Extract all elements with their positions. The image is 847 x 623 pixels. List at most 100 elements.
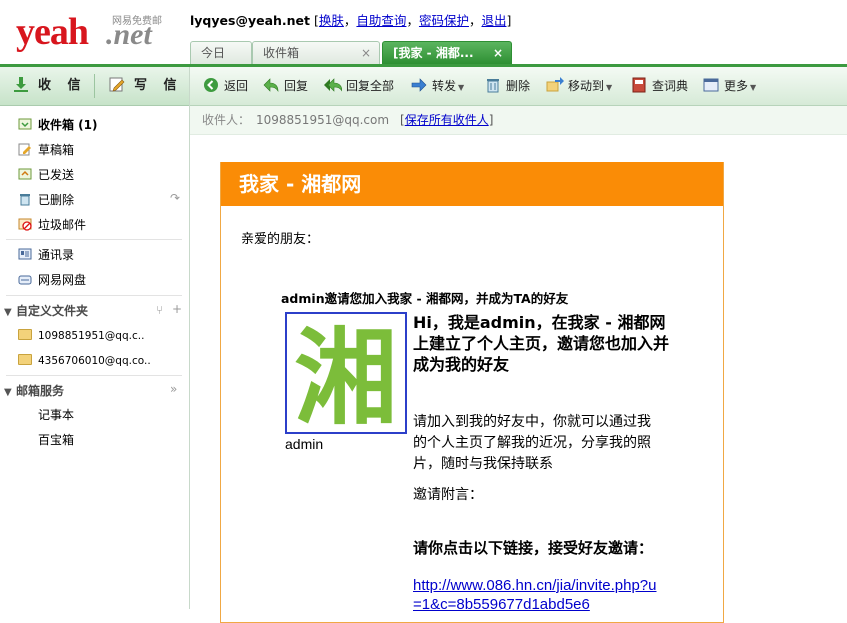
tab-inbox[interactable]: 收件箱 × <box>252 41 380 64</box>
chevron-down-icon: ▼ <box>4 387 12 398</box>
divider <box>94 74 95 98</box>
divider <box>6 375 182 376</box>
sidebar-item-label: 百宝箱 <box>38 433 75 447</box>
logo-suffix-text: .net <box>106 18 152 51</box>
reply-icon <box>263 78 279 92</box>
recipient-label: 收件人： <box>202 113 251 127</box>
sidebar-item-label: 已删除 <box>38 193 75 207</box>
top-header: yeah 网易免费邮 .net lyqyes@yeah.net [换肤，自助查询… <box>0 0 847 67</box>
save-all-recipients-link[interactable]: 保存所有收件人 <box>405 113 489 127</box>
sent-icon <box>18 168 32 180</box>
compose-label: 写 信 <box>134 78 183 93</box>
password-protect-link[interactable]: 密码保护 <box>419 13 469 28</box>
sidebar-item-sent[interactable]: 已发送 <box>18 165 74 185</box>
receive-label: 收 信 <box>38 78 87 93</box>
close-icon[interactable]: × <box>493 42 503 65</box>
dictionary-button[interactable]: 查词典 <box>630 67 688 105</box>
trash-icon <box>487 79 499 93</box>
divider <box>6 295 182 296</box>
reply-all-label: 回复全部 <box>346 79 395 93</box>
spam-icon <box>18 218 32 231</box>
reply-label: 回复 <box>284 79 309 93</box>
double-chevron-right-icon[interactable]: » <box>170 382 177 396</box>
filter-icon[interactable]: ⑂ <box>156 303 163 317</box>
sidebar-item-drafts[interactable]: 草稿箱 <box>18 140 74 160</box>
reply-all-button[interactable]: 回复全部 <box>324 67 394 105</box>
forward-button[interactable]: 转发 ▼ <box>410 67 464 105</box>
chevron-down-icon: ▼ <box>458 83 465 92</box>
delete-label: 删除 <box>506 79 531 93</box>
download-icon <box>14 77 28 92</box>
sidebar-item-netdisk[interactable]: 网易网盘 <box>18 270 86 290</box>
back-button[interactable]: 返回 <box>202 67 248 105</box>
logo-main-text: yeah <box>16 11 89 53</box>
sidebar-item-toolbox[interactable]: 百宝箱 <box>38 430 74 450</box>
tab-today[interactable]: 今日 <box>190 41 252 64</box>
recipient-address[interactable]: 1098851951@qq.com <box>256 106 389 134</box>
invite-description: 请加入到我的好友中，你就可以通过我的个人主页了解我的近况，分享我的照片，随时与我… <box>413 414 651 472</box>
back-label: 返回 <box>224 79 249 93</box>
close-icon[interactable]: × <box>361 42 371 65</box>
custom-folders-header[interactable]: ▼ 自定义文件夹 <box>4 301 88 321</box>
dictionary-label: 查词典 <box>652 79 689 93</box>
move-to-button[interactable]: 移动到 ▼ <box>546 67 612 105</box>
sidebar-item-spam[interactable]: 垃圾邮件 <box>18 215 86 235</box>
trash-icon <box>20 194 30 206</box>
avatar-image: 湘 <box>294 317 398 439</box>
sidebar-item-label: 草稿箱 <box>38 143 75 157</box>
sidebar-item-label: 1098851951@qq.c.. <box>38 330 145 342</box>
receive-mail-button[interactable]: 收 信 <box>12 67 87 105</box>
invite-title: admin邀请您加入我家 - 湘都网，并成为TA的好友 <box>281 291 569 306</box>
mail-services-header[interactable]: ▼ 邮箱服务 <box>4 381 64 401</box>
yeah-logo[interactable]: yeah 网易免费邮 .net <box>16 6 176 52</box>
chevron-down-icon: ▼ <box>750 83 757 92</box>
sidebar-item-label: 收件箱 (1) <box>38 118 98 132</box>
pencil-icon <box>109 77 125 92</box>
mail-toolbar: 返回 回复 回复全部 转发 ▼ 删除 移动到 ▼ 查词典 更多 ▼ <box>190 67 847 106</box>
sidebar-item-custom-folder[interactable]: 1098851951@qq.c.. <box>18 325 144 345</box>
add-folder-icon[interactable]: + <box>172 302 182 316</box>
separator: ， <box>406 13 419 28</box>
empty-trash-icon[interactable]: ↷ <box>170 191 180 205</box>
sidebar-item-contacts[interactable]: 通讯录 <box>18 245 74 265</box>
back-icon <box>204 78 218 92</box>
logout-link[interactable]: 退出 <box>481 13 506 28</box>
contacts-icon <box>18 248 32 260</box>
avatar[interactable]: 湘 <box>285 312 407 439</box>
invite-link[interactable]: http://www.086.hn.cn/jia/invite.php?u=1&… <box>413 576 663 614</box>
reply-button[interactable]: 回复 <box>262 67 308 105</box>
section-title: 邮箱服务 <box>16 384 65 398</box>
avatar-name: admin <box>285 436 324 452</box>
separator: ， <box>343 13 357 28</box>
save-recipients: [保存所有收件人] <box>400 113 494 127</box>
sidebar-item-label: 记事本 <box>38 408 75 422</box>
user-email: lyqyes@yeah.net <box>190 13 311 28</box>
mail-body: 我家 - 湘都网 亲爱的朋友： admin邀请您加入我家 - 湘都网，并成为TA… <box>220 162 724 623</box>
inbox-icon <box>18 118 32 130</box>
sidebar-item-deleted[interactable]: 已删除 <box>18 190 74 210</box>
recipient-bar: 收件人： 1098851951@qq.com [保存所有收件人] <box>190 106 847 135</box>
tab-current-mail[interactable]: [我家 - 湘都... × <box>382 41 512 64</box>
skin-link[interactable]: 换肤 <box>319 13 344 28</box>
delete-button[interactable]: 删除 <box>484 67 530 105</box>
more-button[interactable]: 更多 ▼ <box>702 67 756 105</box>
tab-label: 今日 <box>201 46 226 60</box>
self-service-link[interactable]: 自助查询 <box>356 13 406 28</box>
tab-label: [我家 - 湘都... <box>393 46 474 60</box>
sidebar-item-notepad[interactable]: 记事本 <box>38 405 74 425</box>
compose-button[interactable]: 写 信 <box>108 67 183 105</box>
more-label: 更多 <box>724 79 749 93</box>
tab-label: 收件箱 <box>263 46 300 60</box>
move-icon <box>546 77 564 92</box>
sidebar-item-custom-folder[interactable]: 4356706010@qq.co.. <box>18 350 151 370</box>
greeting-text: 亲爱的朋友： <box>241 232 320 247</box>
sidebar-item-label: 4356706010@qq.co.. <box>38 355 151 367</box>
sidebar-item-inbox[interactable]: 收件箱 (1) <box>18 115 98 135</box>
more-icon <box>703 78 719 92</box>
bracket: ] <box>506 13 512 28</box>
chevron-down-icon: ▼ <box>4 307 12 318</box>
mail-banner-title: 我家 - 湘都网 <box>239 172 362 196</box>
move-to-label: 移动到 <box>568 79 605 93</box>
divider <box>6 239 182 240</box>
chevron-down-icon: ▼ <box>606 83 613 92</box>
